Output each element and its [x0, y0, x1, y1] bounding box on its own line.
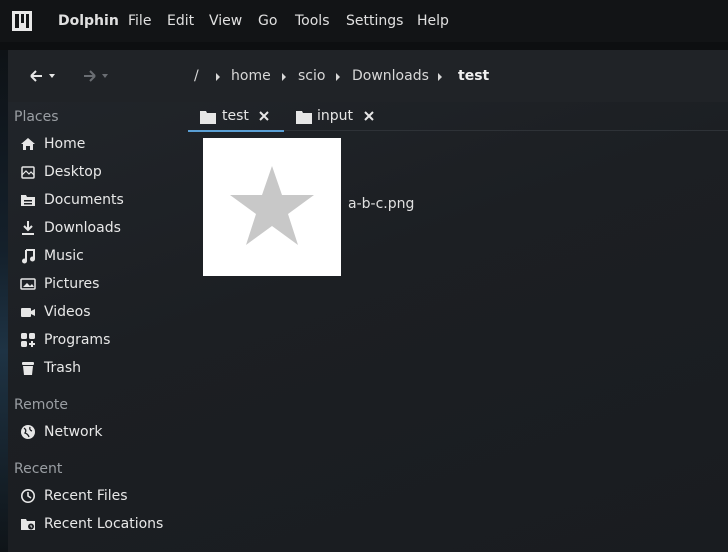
desktop-icon	[20, 164, 36, 180]
menu-file[interactable]: File	[128, 0, 151, 42]
app-name-menu[interactable]: Dolphin	[58, 0, 119, 42]
sidebar-item-documents[interactable]: Documents	[8, 186, 188, 214]
sidebar-item-videos[interactable]: Videos	[8, 298, 188, 326]
section-title-recent: Recent	[14, 461, 63, 477]
sidebar-item-label: Videos	[44, 304, 91, 320]
back-button[interactable]	[28, 64, 60, 88]
forward-button[interactable]	[81, 64, 113, 88]
home-icon	[20, 136, 36, 152]
back-arrow-icon	[30, 70, 55, 82]
breadcrumb-separator-icon	[336, 73, 340, 81]
breadcrumb-separator-icon	[282, 73, 286, 81]
tab-input[interactable]: input	[284, 102, 384, 130]
breadcrumb-current[interactable]: test	[458, 50, 489, 102]
close-tab-icon[interactable]	[259, 111, 269, 121]
sidebar-item-label: Music	[44, 248, 84, 264]
sidebar-item-label: Home	[44, 136, 86, 152]
folder-icon	[296, 109, 312, 124]
sidebar-item-label: Downloads	[44, 220, 121, 236]
file-manager-window: / home scio Downloads test Places Home D…	[8, 50, 728, 552]
menu-help[interactable]: Help	[417, 0, 449, 42]
pictures-icon	[20, 276, 36, 292]
active-tab-indicator	[188, 130, 284, 132]
videos-icon	[20, 304, 36, 320]
sidebar-item-label: Documents	[44, 192, 124, 208]
file-name[interactable]: a-b-c.png	[348, 196, 414, 212]
sidebar-item-label: Recent Locations	[44, 516, 164, 532]
breadcrumb-separator-icon	[438, 73, 442, 81]
tab-label: test	[222, 108, 249, 124]
recent-locations-icon	[20, 516, 36, 532]
menu-bar: Dolphin File Edit View Go Tools Settings…	[0, 0, 728, 42]
network-icon	[20, 424, 36, 440]
sidebar-item-recent-files[interactable]: Recent Files	[8, 482, 188, 510]
downloads-icon	[20, 220, 36, 236]
breadcrumb-separator-icon	[216, 73, 220, 81]
menu-edit[interactable]: Edit	[167, 0, 194, 42]
menu-tools[interactable]: Tools	[295, 0, 330, 42]
trash-icon	[20, 360, 36, 376]
menu-settings[interactable]: Settings	[346, 0, 403, 42]
sidebar-item-pictures[interactable]: Pictures	[8, 270, 188, 298]
desktop-strip-top	[0, 42, 728, 50]
toolbar: / home scio Downloads test	[8, 50, 728, 102]
sidebar-item-label: Pictures	[44, 276, 100, 292]
sidebar-item-desktop[interactable]: Desktop	[8, 158, 188, 186]
sidebar-item-trash[interactable]: Trash	[8, 354, 188, 382]
sidebar-item-programs[interactable]: Programs	[8, 326, 188, 354]
section-title-remote: Remote	[14, 397, 69, 413]
sidebar-item-network[interactable]: Network	[8, 418, 188, 446]
recent-files-icon	[20, 488, 36, 504]
sidebar-item-home[interactable]: Home	[8, 130, 188, 158]
star-icon	[230, 166, 314, 245]
music-icon	[20, 248, 36, 264]
desktop-strip-left	[0, 50, 8, 552]
file-thumbnail[interactable]	[203, 138, 341, 276]
section-title-places: Places	[14, 109, 59, 125]
sidebar-item-label: Trash	[44, 360, 81, 376]
forward-arrow-icon	[84, 70, 108, 82]
application-launcher-icon[interactable]	[12, 11, 32, 31]
breadcrumb-downloads[interactable]: Downloads	[352, 50, 429, 102]
breadcrumb-root[interactable]: /	[194, 50, 199, 102]
sidebar-item-downloads[interactable]: Downloads	[8, 214, 188, 242]
tab-label: input	[317, 108, 354, 124]
sidebar-item-recent-locations[interactable]: Recent Locations	[8, 510, 188, 538]
tab-bar: test input	[188, 102, 728, 132]
breadcrumb-scio[interactable]: scio	[298, 50, 325, 102]
tab-test[interactable]: test	[188, 102, 284, 132]
file-view: a-b-c.png	[188, 134, 728, 552]
programs-icon	[20, 332, 36, 348]
documents-icon	[20, 192, 36, 208]
folder-icon	[200, 109, 216, 124]
places-panel: Places Home Desktop Documents Downloads	[8, 102, 188, 552]
sidebar-item-label: Programs	[44, 332, 111, 348]
sidebar-item-music[interactable]: Music	[8, 242, 188, 270]
sidebar-item-label: Recent Files	[44, 488, 128, 504]
sidebar-item-label: Desktop	[44, 164, 102, 180]
menu-go[interactable]: Go	[258, 0, 277, 42]
sidebar-item-label: Network	[44, 424, 103, 440]
breadcrumb-home[interactable]: home	[231, 50, 271, 102]
close-tab-icon[interactable]	[364, 111, 374, 121]
menu-view[interactable]: View	[209, 0, 242, 42]
